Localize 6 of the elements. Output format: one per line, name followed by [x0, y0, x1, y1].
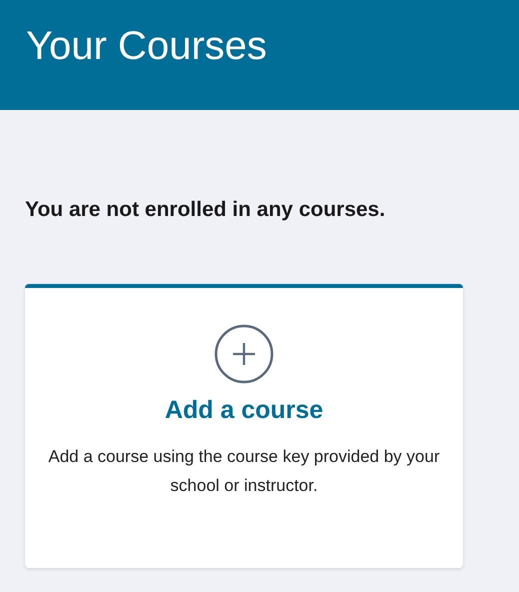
empty-message: You are not enrolled in any courses.	[25, 197, 386, 223]
add-course-card[interactable]: Add a course Add a course using the course key provided by your school or instructor.	[25, 284, 463, 568]
card-description: Add a course using the course key provided by your school or instructor.	[47, 446, 441, 497]
page-title: Your Courses	[26, 23, 268, 70]
plus-circle-icon	[214, 324, 274, 384]
add-course-link[interactable]: Add a course	[164, 394, 324, 426]
